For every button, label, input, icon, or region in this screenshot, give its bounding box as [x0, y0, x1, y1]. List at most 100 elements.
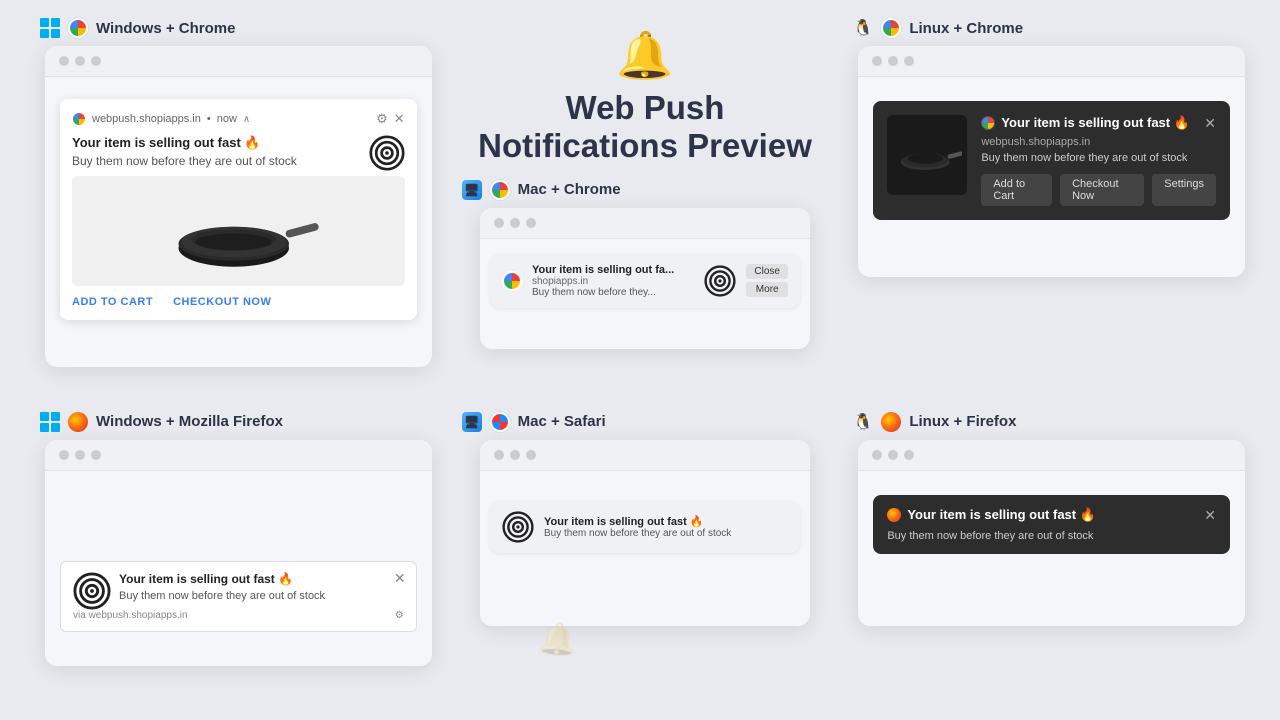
notif-dot: •	[207, 113, 211, 125]
mac-chrome-notification: Your item is selling out fa... shopiapps…	[490, 254, 800, 308]
chrome-icon-lc-notif	[981, 116, 995, 130]
checkout-now-button-lc[interactable]: Checkout Now	[1060, 174, 1144, 206]
safari-icon-ms-label	[490, 412, 510, 432]
browser-content-lc: Your item is selling out fast 🔥 ✕ webpus…	[858, 77, 1245, 277]
linux-chrome-title: Linux + Chrome	[909, 20, 1023, 37]
browser-titlebar-wf	[45, 440, 432, 471]
notif-text-wc: Your item is selling out fast 🔥 Buy them…	[72, 135, 361, 176]
firefox-icon-wf-label	[68, 412, 88, 432]
lc-dot3	[904, 56, 914, 66]
linux-notif-content: Your item is selling out fast 🔥 ✕ webpus…	[981, 115, 1216, 206]
mc-dot1	[494, 218, 504, 228]
firefox-icon-lf-label	[881, 412, 901, 432]
wf-dot2	[75, 450, 85, 460]
close-button-mc[interactable]: Close	[746, 264, 788, 279]
mc-dot3	[526, 218, 536, 228]
settings-button-lc[interactable]: Settings	[1152, 174, 1216, 206]
chrome-icon-mc-notif	[502, 271, 522, 291]
pan-svg	[153, 181, 323, 281]
linux-notif-site: webpush.shopiapps.in	[981, 136, 1216, 148]
mac-chrome-notif-site: shopiapps.in	[532, 276, 694, 287]
hero-title-line2: Notifications Preview	[478, 127, 812, 164]
notif-expand: ∧	[243, 114, 250, 125]
linux-firefox-title-row: Your item is selling out fast 🔥 ✕	[887, 507, 1216, 524]
add-to-cart-button-lc[interactable]: Add to Cart	[981, 174, 1052, 206]
windows-icon	[40, 18, 60, 38]
firefox-win-notif-wrapper: ✕ Your item is selling out fast 🔥	[55, 561, 422, 632]
close-icon-wc[interactable]: ✕	[394, 111, 405, 127]
browser-content-wc: webpush.shopiapps.in • now ∧ ⚙ ✕ Your it…	[45, 77, 432, 367]
firefox-win-notification: ✕ Your item is selling out fast 🔥	[60, 561, 417, 632]
linux-icon-label: 🐧	[853, 18, 873, 38]
notif-header-left-wc: webpush.shopiapps.in • now ∧	[72, 112, 250, 126]
swirl-logo-ms	[502, 511, 534, 543]
mac-chrome-notif-body: Buy them now before they...	[532, 287, 694, 298]
dot3	[91, 56, 101, 66]
swirl-logo-mc	[704, 265, 736, 297]
browser-content-lf: Your item is selling out fast 🔥 ✕ Buy th…	[858, 471, 1245, 626]
ms-dot2	[510, 450, 520, 460]
chrome-icon-label	[68, 18, 88, 38]
lc-dot2	[888, 56, 898, 66]
notif-body-row-wc: Your item is selling out fast 🔥 Buy them…	[72, 135, 405, 176]
mac-icon-label: 🖥	[462, 180, 482, 200]
linux-firefox-notif-body: Buy them now before they are out of stoc…	[887, 530, 1216, 542]
notif-body-wc: Buy them now before they are out of stoc…	[72, 154, 361, 168]
mac-chrome-title: Mac + Chrome	[518, 181, 621, 198]
chrome-icon-mc-label	[490, 180, 510, 200]
dot1	[59, 56, 69, 66]
swirl-logo-wc	[369, 135, 405, 171]
linux-firefox-notification: Your item is selling out fast 🔥 ✕ Buy th…	[873, 495, 1230, 554]
lf-dot1	[872, 450, 882, 460]
wf-dot1	[59, 450, 69, 460]
notif-icons-wc: ⚙ ✕	[376, 111, 405, 127]
mac-safari-notif-body: Buy them now before they are out of stoc…	[544, 528, 788, 539]
close-icon-lf[interactable]: ✕	[1204, 507, 1216, 524]
firefox-win-notif-title: Your item is selling out fast 🔥	[119, 572, 404, 586]
close-icon-wf[interactable]: ✕	[394, 570, 406, 587]
firefox-win-notif-body-text: Buy them now before they are out of stoc…	[119, 590, 404, 602]
add-to-cart-button-wc[interactable]: ADD TO CART	[72, 296, 153, 308]
browser-titlebar-mc	[480, 208, 810, 239]
windows-chrome-label: Windows + Chrome	[35, 18, 442, 38]
firefox-win-notif-text: Your item is selling out fast 🔥 Buy them…	[119, 572, 404, 610]
linux-firefox-title-left: Your item is selling out fast 🔥	[887, 507, 1096, 523]
notif-actions-wc: ADD TO CART CHECKOUT NOW	[72, 296, 405, 308]
browser-titlebar-lf	[858, 440, 1245, 471]
mac-chrome-label: 🖥 Mac + Chrome	[442, 180, 621, 200]
linux-firefox-section: 🐧 Linux + Firefox Your item is selling o…	[848, 412, 1255, 711]
browser-titlebar-lc	[858, 46, 1245, 77]
linux-firefox-notif-title: Your item is selling out fast 🔥	[907, 507, 1096, 523]
windows-chrome-browser: webpush.shopiapps.in • now ∧ ⚙ ✕ Your it…	[45, 46, 432, 367]
mac-safari-browser: Your item is selling out fast 🔥 Buy them…	[480, 440, 810, 626]
gear-icon[interactable]: ⚙	[376, 111, 388, 127]
center-section: 🔔 Web Push Notifications Preview 🖥 Mac +…	[442, 18, 849, 412]
linux-chrome-browser: Your item is selling out fast 🔥 ✕ webpus…	[858, 46, 1245, 277]
chrome-icon-lc-label	[881, 18, 901, 38]
ms-dot3	[526, 450, 536, 460]
notif-time-wc: now	[217, 113, 237, 125]
firefox-via-text: via webpush.shopiapps.in	[73, 610, 188, 621]
more-button-mc[interactable]: More	[746, 282, 788, 297]
windows-firefox-title: Windows + Mozilla Firefox	[96, 413, 283, 430]
firefox-icon-lf-notif	[887, 508, 901, 522]
checkout-now-button-wc[interactable]: CHECKOUT NOW	[173, 296, 271, 308]
linux-notif-body: Buy them now before they are out of stoc…	[981, 152, 1216, 164]
mac-chrome-browser: Your item is selling out fa... shopiapps…	[480, 208, 810, 349]
linux-firefox-browser: Your item is selling out fast 🔥 ✕ Buy th…	[858, 440, 1245, 626]
linux-firefox-label: 🐧 Linux + Firefox	[848, 412, 1255, 432]
notif-title-wc: Your item is selling out fast 🔥	[72, 135, 361, 151]
browser-content-ms: Your item is selling out fast 🔥 Buy them…	[480, 471, 810, 626]
mc-dot2	[510, 218, 520, 228]
linux-chrome-label: 🐧 Linux + Chrome	[848, 18, 1255, 38]
linux-notif-title-row: Your item is selling out fast 🔥 ✕	[981, 115, 1216, 132]
windows-firefox-section: Windows + Mozilla Firefox ✕	[35, 412, 442, 711]
lf-dot2	[888, 450, 898, 460]
browser-content-wf: ✕ Your item is selling out fast 🔥	[45, 471, 432, 666]
close-icon-lc[interactable]: ✕	[1204, 115, 1216, 132]
lc-dot1	[872, 56, 882, 66]
browser-titlebar-ms	[480, 440, 810, 471]
mac-safari-label: 🖥 Mac + Safari	[442, 412, 606, 432]
win-chrome-notification: webpush.shopiapps.in • now ∧ ⚙ ✕ Your it…	[60, 99, 417, 320]
gear-icon-wf[interactable]: ⚙	[395, 610, 404, 621]
